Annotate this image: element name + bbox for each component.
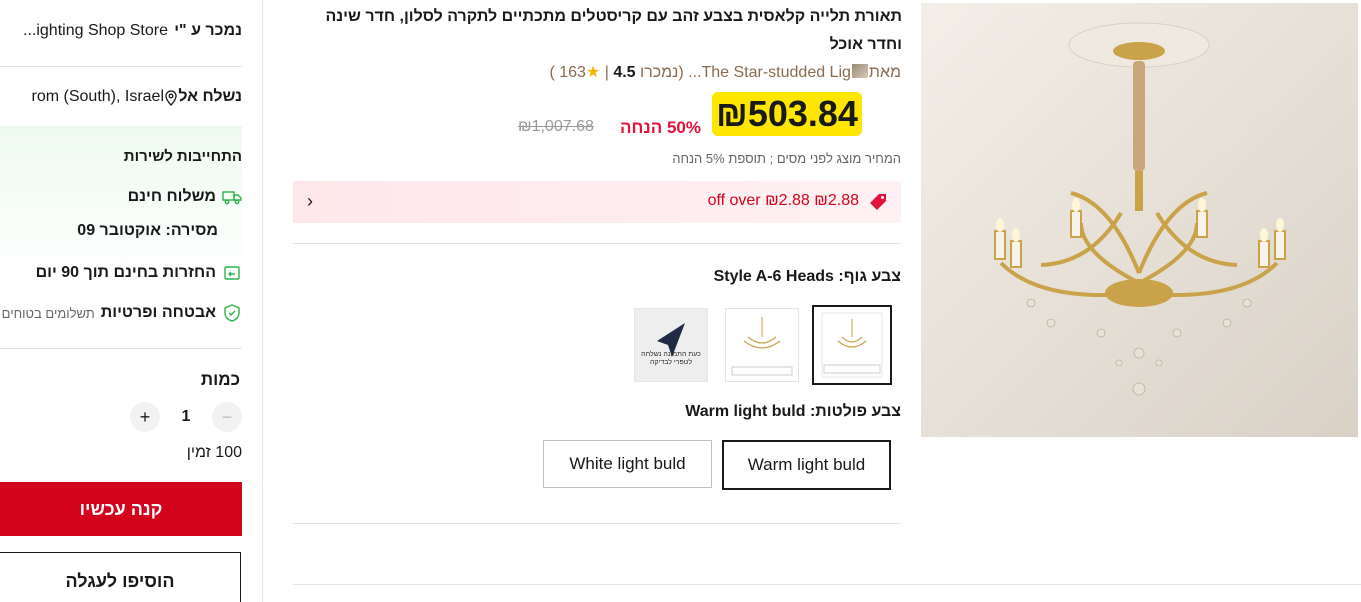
coupon-text: ₪2.88 off over ₪2.88: [707, 192, 859, 209]
review-count[interactable]: 163: [559, 64, 586, 81]
product-main-image[interactable]: [921, 3, 1358, 437]
swatch-pending-note: כעת התמונה נשלחה לטפרי לבדיקה: [641, 351, 701, 366]
service-commitment: התחייבות לשירות משלוח חינם מסירה: אוקטוב…: [0, 126, 242, 342]
coupon-banner[interactable]: ₪2.88 off over ₪2.88 ›: [293, 181, 901, 223]
send-arrow-icon: [635, 309, 707, 381]
seller-name-link[interactable]: ...ighting Shop Store: [23, 22, 168, 40]
divider: [293, 243, 901, 244]
swatch-image-pending[interactable]: כעת התמונה נשלחה לטפרי לבדיקה: [634, 308, 708, 382]
body-color-label: צבע גוף:: [838, 268, 901, 285]
bulb-color-value: Warm light buld: [685, 403, 806, 420]
order-sidebar: נמכר ע "י ...ighting Shop Store נשלח אל …: [0, 0, 263, 602]
store-icon: [851, 64, 868, 78]
quantity-value[interactable]: 1: [182, 408, 191, 426]
rating-value: 4.5: [613, 64, 636, 81]
star-icon: ★: [585, 64, 601, 81]
bulb-color-label: צבע פולטות:: [809, 403, 901, 420]
ship-to-label: נשלח אל: [178, 88, 242, 105]
swatch-style-a-6-heads[interactable]: [812, 305, 892, 385]
quantity-available: 100 זמין: [186, 444, 242, 461]
divider: [0, 348, 242, 349]
divider: [293, 584, 1361, 585]
original-price: ₪1,007.68: [518, 118, 594, 135]
body-color-value: Style A-6 Heads: [713, 268, 834, 285]
chevron-left-icon[interactable]: ›: [307, 191, 313, 212]
quantity-increase-button[interactable]: +: [130, 402, 160, 432]
tax-note: המחיר מוצג לפני מסים ; תוספת 5% הנחה: [672, 151, 901, 166]
discount-badge: 50% הנחה: [620, 118, 701, 137]
truck-icon: [222, 191, 242, 205]
body-color-option: צבע גוף: Style A-6 Heads: [714, 268, 901, 286]
divider: [293, 523, 901, 524]
byline-from: מאת: [868, 64, 901, 81]
security-note: תשלומים בטוחים: [1, 305, 95, 321]
bulb-option-white[interactable]: White light buld: [543, 440, 712, 488]
quantity-decrease-button[interactable]: −: [212, 402, 242, 432]
free-shipping-text: משלוח חינם: [127, 188, 216, 205]
quantity-title: כמות: [200, 370, 240, 389]
quantity-stepper: − 1 +: [130, 402, 242, 432]
current-price: ₪503.84: [712, 92, 862, 136]
location-pin-icon: [165, 90, 177, 106]
security-text: אבטחה ופרטיות: [100, 304, 216, 321]
chandelier-thumbnail: [821, 312, 883, 378]
divider: [0, 66, 242, 67]
service-title: התחייבות לשירות: [123, 148, 242, 165]
seller-row: נמכר ע "י ...ighting Shop Store: [0, 22, 242, 46]
bulb-option-warm[interactable]: Warm light buld: [722, 440, 891, 490]
free-returns-text: החזרות בחינם תוך 90 יום: [35, 264, 216, 281]
buy-now-button[interactable]: קנה עכשיו: [0, 482, 242, 536]
delivery-label: מסירה:: [165, 222, 219, 239]
delivery-row: מסירה: אוקטובר 09: [77, 222, 218, 240]
free-returns-row: החזרות בחינם תוך 90 יום: [36, 264, 242, 282]
seller-label: נמכר ע "י: [174, 22, 242, 39]
coupon-tag-icon: [870, 194, 886, 210]
swatch-style-b[interactable]: [725, 308, 799, 382]
return-box-icon: [224, 266, 240, 280]
chandelier-thumbnail: [730, 313, 794, 377]
add-to-cart-button[interactable]: הוסיפו לעגלה: [0, 552, 241, 602]
chandelier-image: [921, 3, 1358, 437]
sold-count: נמכרו: [640, 64, 679, 81]
security-row: אבטחה ופרטיות תשלומים בטוחים: [2, 304, 242, 322]
shield-check-icon: [224, 304, 240, 322]
ship-destination: rom (South), Israel: [31, 88, 164, 105]
bulb-color-option: צבע פולטות: Warm light buld: [685, 403, 901, 421]
store-byline: מאתThe Star-studded Lig... (נמכרו 4.5 | …: [549, 64, 901, 81]
free-shipping-row: משלוח חינם: [128, 188, 242, 206]
delivery-date: אוקטובר 09: [77, 222, 162, 239]
store-link[interactable]: The Star-studded Lig...: [688, 64, 851, 81]
product-title: תאורת תלייה קלאסית בצבע זהב עם קריסטלים …: [325, 8, 902, 53]
